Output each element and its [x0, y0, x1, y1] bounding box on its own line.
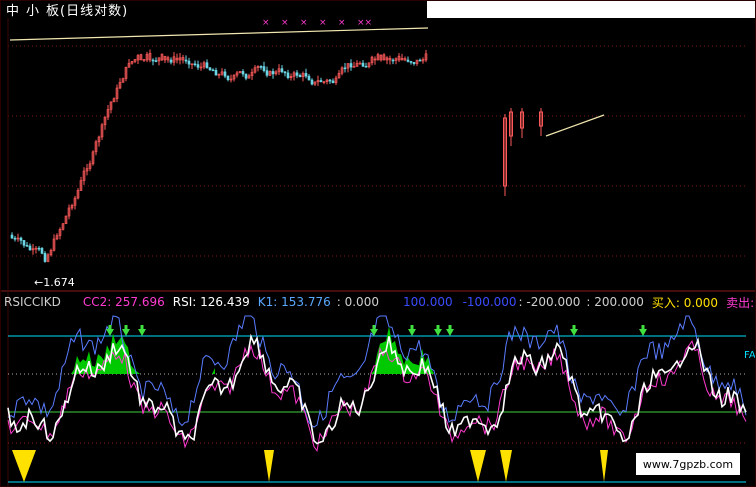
- candle-body: [343, 67, 347, 70]
- candle-body: [364, 65, 368, 68]
- candle-body: [418, 59, 422, 62]
- candle-body: [241, 71, 245, 75]
- buy-arrow-icon: [408, 325, 416, 336]
- signal-marker: ×: [300, 18, 308, 28]
- value-5: : 200.000: [586, 295, 644, 309]
- watermark: www.7gpzb.com: [636, 453, 740, 475]
- yellow-fill-region: [600, 450, 608, 482]
- candle-body: [169, 59, 173, 63]
- candle-body: [151, 59, 155, 62]
- candle-body: [283, 71, 287, 74]
- candle-body: [40, 248, 44, 254]
- candle-body: [328, 79, 332, 82]
- candle-body: [391, 59, 395, 62]
- candle-body: [19, 237, 23, 241]
- chart-window: 中 小 板(日线对数) × × × × × ×× ←1.674 FA RSICCIKD CC2…: [0, 0, 756, 487]
- candle-body: [226, 75, 230, 80]
- buy-arrow-icon: [446, 325, 454, 336]
- candle-body: [211, 69, 215, 72]
- candle-body: [244, 73, 248, 79]
- candle-body: [331, 80, 335, 84]
- buy-arrow-icon: [639, 325, 647, 336]
- candle-body: [184, 59, 188, 62]
- cc2-value: CC2: 257.696: [82, 295, 165, 309]
- yellow-fill-region: [12, 450, 36, 482]
- candle-body: [208, 67, 212, 71]
- candle-body: [406, 59, 410, 62]
- candle-body: [262, 66, 266, 71]
- low-price-label: ←1.674: [34, 276, 75, 289]
- signal-marker: ×: [319, 18, 327, 28]
- signal-marker: ×: [281, 18, 289, 28]
- green-fill-region: [200, 368, 215, 374]
- candle-body: [298, 75, 302, 78]
- yellow-fill-region: [470, 450, 486, 482]
- candle-body: [43, 253, 47, 262]
- candle-body: [361, 62, 365, 67]
- buy-arrow-icon: [122, 325, 130, 336]
- candle-body: [205, 62, 209, 69]
- candle-body: [259, 66, 263, 68]
- yellow-fill-region: [264, 450, 274, 482]
- candle-body: [13, 237, 17, 240]
- yellow-fill-region: [500, 450, 512, 482]
- candle-body: [10, 234, 14, 239]
- chart-canvas[interactable]: × × × × × ××←1.674FA: [0, 0, 756, 487]
- trend-line: [9, 27, 429, 41]
- sell-value: 卖出: 0.000: [726, 295, 756, 310]
- indicator-name: RSICCIKD: [4, 295, 61, 309]
- signal-marker: ×: [262, 18, 270, 28]
- candle-body: [286, 72, 290, 79]
- candle-body: [349, 63, 353, 68]
- candle-body: [28, 245, 32, 251]
- value-2: 100.000: [402, 295, 453, 309]
- candle-body: [409, 61, 413, 63]
- indicator-header: RSICCIKD CC2: 257.696 RSI: 126.439 K1: 1…: [0, 294, 756, 310]
- value-1: : 0.000: [336, 295, 379, 309]
- buy-arrow-icon: [138, 325, 146, 336]
- candle-body: [214, 70, 218, 76]
- candle-body: [223, 71, 227, 77]
- candle-body: [412, 62, 416, 64]
- candle-body: [310, 79, 314, 85]
- buy-arrow-icon: [570, 325, 578, 336]
- candle-body: [319, 80, 323, 83]
- short-trend-line: [545, 114, 605, 137]
- candle-body: [265, 70, 269, 76]
- signal-marker: ××: [357, 18, 372, 28]
- signal-marker: ×: [338, 18, 346, 28]
- buy-value: 买入: 0.000: [651, 295, 719, 310]
- candle-body: [154, 60, 158, 62]
- candle-body: [280, 68, 284, 73]
- candle-body: [25, 245, 29, 247]
- candle-body: [295, 72, 299, 76]
- candle-body: [307, 75, 311, 81]
- rsi-value: RSI: 126.439: [172, 295, 250, 309]
- value-4: : -200.000: [518, 295, 581, 309]
- candle-body: [196, 64, 200, 68]
- candle-body: [37, 247, 41, 250]
- right-label: FA: [744, 350, 756, 361]
- candle-body: [187, 60, 191, 65]
- candle-body: [304, 73, 308, 77]
- candle-body: [271, 71, 275, 75]
- candle-body: [193, 63, 197, 66]
- buy-arrow-icon: [434, 325, 442, 336]
- candle-body: [22, 240, 26, 246]
- k1-value: K1: 153.776: [257, 295, 331, 309]
- value-3: -100.000: [462, 295, 517, 309]
